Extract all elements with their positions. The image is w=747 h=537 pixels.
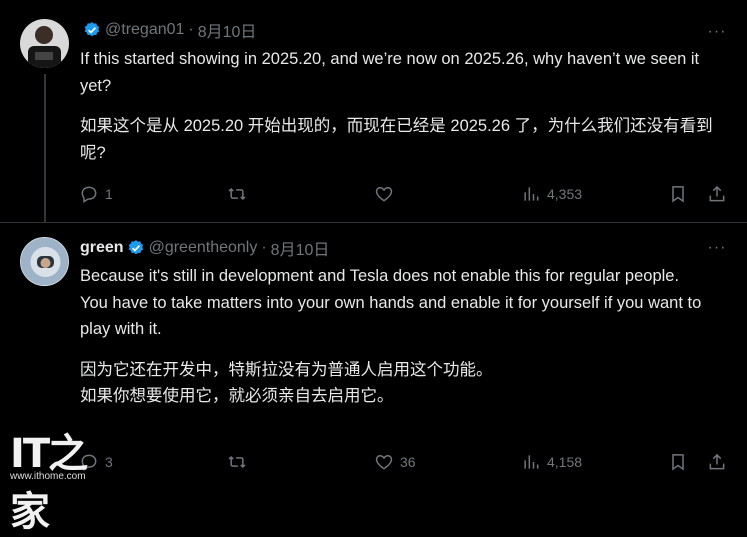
views-chart-icon [524,187,539,201]
tweet-paragraph-zh: 如果你想要使用它，就必须亲自去启用它。 [80,387,394,405]
avatar-image-icon [20,19,69,68]
repost-icon [228,455,246,469]
tweet-paragraph-en: You have to take matters into your own h… [80,293,702,339]
repost-icon [228,187,246,201]
view-count: 4,353 [547,186,583,202]
avatar-image-icon [21,238,68,285]
display-name[interactable]: green [80,239,124,257]
tweet-date[interactable]: 8月10日 [198,18,257,42]
avatar[interactable] [20,19,69,68]
heart-icon [375,186,393,202]
verified-badge-icon [128,240,143,255]
tweet-paragraph-en: Because it's still in development and Te… [80,267,680,285]
bookmark-button[interactable] [668,451,688,473]
bookmark-button[interactable] [668,183,688,205]
handle[interactable]: @tregan01 [105,21,184,39]
separator: · [261,239,267,256]
views-button[interactable]: 4,353 [521,183,582,205]
watermark-url: www.ithome.com [10,471,86,482]
more-options-button[interactable]: ··· [706,23,728,40]
heart-icon [375,454,393,470]
repost-button[interactable] [227,183,253,205]
tweet-paragraph-zh: 因为它还在开发中，特斯拉没有为普通人启用这个功能。 [80,360,493,379]
tweet-text: Because it's still in development and Te… [80,263,730,410]
views-button[interactable]: 4,158 [521,451,582,473]
tweet-header: green @greentheonly · 8月10日 [80,237,329,259]
share-icon [709,453,725,470]
watermark: IT之家 www.ithome.com [6,421,116,535]
tweet-text: If this started showing in 2025.20, and … [80,46,730,166]
repost-button[interactable] [227,451,253,473]
handle[interactable]: @greentheonly [149,239,258,257]
share-button[interactable] [707,451,727,473]
more-options-button[interactable]: ··· [706,239,728,256]
like-button[interactable] [374,183,400,205]
avatar[interactable] [20,237,69,286]
like-count: 36 [400,454,416,470]
action-bar: 1 4,353 [79,183,729,205]
view-count: 4,158 [547,454,583,470]
reply-button[interactable]: 1 [79,183,113,205]
verified-badge-icon [84,22,100,37]
thread-line [44,74,46,222]
bookmark-icon [672,186,684,203]
views-chart-icon [524,455,539,469]
separator: · [188,21,194,38]
tweet-date[interactable]: 8月10日 [271,236,330,260]
like-button[interactable]: 36 [374,451,416,473]
tweet-paragraph-zh: 如果这个是从 2025.20 开始出现的，而现在已经是 2025.26 了，为什… [80,117,713,162]
tweet-header: @tregan01 · 8月10日 [80,19,256,41]
reply-count: 1 [105,186,113,202]
tweet-1[interactable]: @tregan01 · 8月10日 ··· If this started sh… [0,0,747,222]
share-icon [709,185,725,202]
action-bar: 3 36 4,158 [79,451,729,473]
tweet-paragraph-en: If this started showing in 2025.20, and … [80,50,700,95]
bookmark-icon [672,454,684,471]
reply-icon [81,186,97,203]
tweet-divider [0,222,747,223]
share-button[interactable] [707,183,727,205]
